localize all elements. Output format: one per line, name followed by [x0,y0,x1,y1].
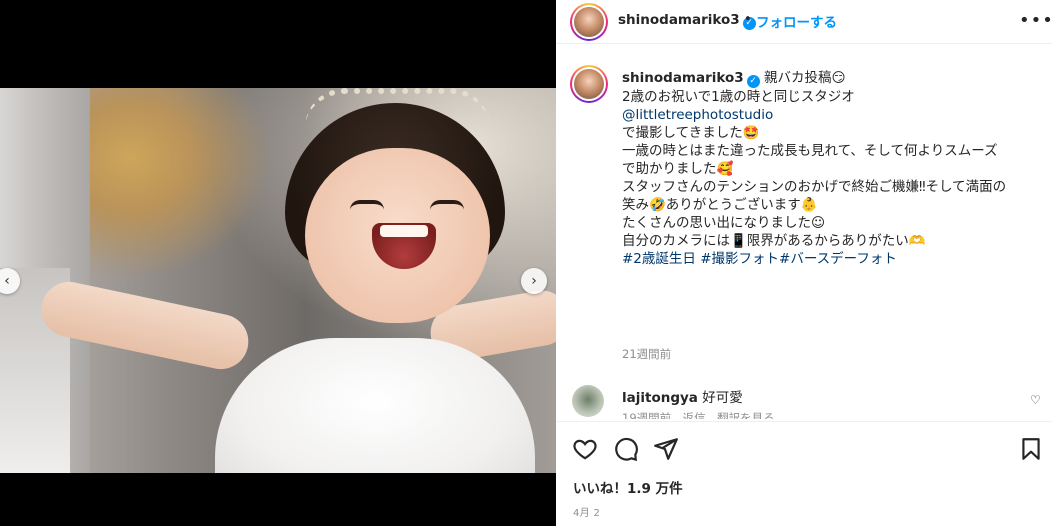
caption-line: で助かりました🥰 [622,161,734,177]
post-photo[interactable] [0,88,556,473]
post-header: shinodamariko3 ✓ • フォローする ••• [556,0,1052,44]
post-media: ‹ › [0,0,556,526]
comment-item: lajitongya 好可愛 19週間前 返信 翻訳を見る ♡ [570,383,1040,419]
post-date: 4月 2 [573,508,601,519]
avatar[interactable] [570,3,608,41]
caption-line: 笑み🤣ありがとうございます👶 [622,197,818,213]
photo-tiara [305,88,490,128]
caption-mention-link[interactable]: @littletreephotostudio [622,106,1037,124]
caption-hashtags[interactable]: #2歳誕生日 #撮影フォト#バースデーフォト [622,250,1037,268]
caption-text: shinodamariko3 ✓ 親バカ投稿😏 2歳のお祝いで1歳の時と同じスタジ… [622,69,1037,268]
more-options-icon[interactable]: ••• [1019,10,1052,31]
header-separator: • [744,12,752,27]
comment-avatar[interactable] [572,385,604,417]
caption-line: 一歳の時とはまた違った成長も見れて、そして何よりスムーズ [622,143,998,159]
caption-time-ago[interactable]: 21週間前 [622,346,671,362]
likes-count[interactable]: いいね！1.9 万件 [573,477,683,497]
photo-eye-left [350,200,384,210]
heart-icon[interactable] [572,436,598,462]
follow-button[interactable]: フォローする [756,11,837,31]
comment-heart-icon[interactable]: ♡ [1030,393,1040,407]
caption-line: スタッフさんのテンションのおかげで終始ご機嫌‼︎そして満面の [622,179,1007,195]
comment-body: 好可愛 [702,390,743,406]
caption-line: で撮影してきました🤩 [622,125,760,141]
photo-teeth [380,225,428,237]
comment-text: lajitongya 好可愛 [622,386,743,406]
action-bar: いいね！1.9 万件 4月 2 [556,421,1052,526]
caption-line: 2歳のお祝いで1歳の時と同じスタジオ [622,89,855,105]
caption-line: 親バカ投稿😏 [763,70,846,86]
comment-meta[interactable]: 19週間前 返信 翻訳を見る [622,410,775,419]
comment-icon[interactable] [613,436,639,462]
chevron-right-icon[interactable]: › [521,268,547,294]
comment-username[interactable]: lajitongya [622,390,698,406]
verified-icon: ✓ [746,75,760,88]
post-side-panel: shinodamariko3 ✓ • フォローする ••• shinodamari… [556,0,1052,526]
caption-line: 自分のカメラには📱限界があるからありがたい🫶 [622,233,926,249]
caption-username[interactable]: shinodamariko3 [622,70,744,86]
header-username[interactable]: shinodamariko3 ✓ [618,12,756,30]
photo-dress [215,338,535,473]
photo-eye-right [430,200,464,210]
send-icon[interactable] [653,436,679,462]
caption-avatar[interactable] [570,65,608,103]
caption-line: たくさんの思い出になりました☺︎ [622,215,826,231]
bookmark-icon[interactable] [1018,436,1044,462]
